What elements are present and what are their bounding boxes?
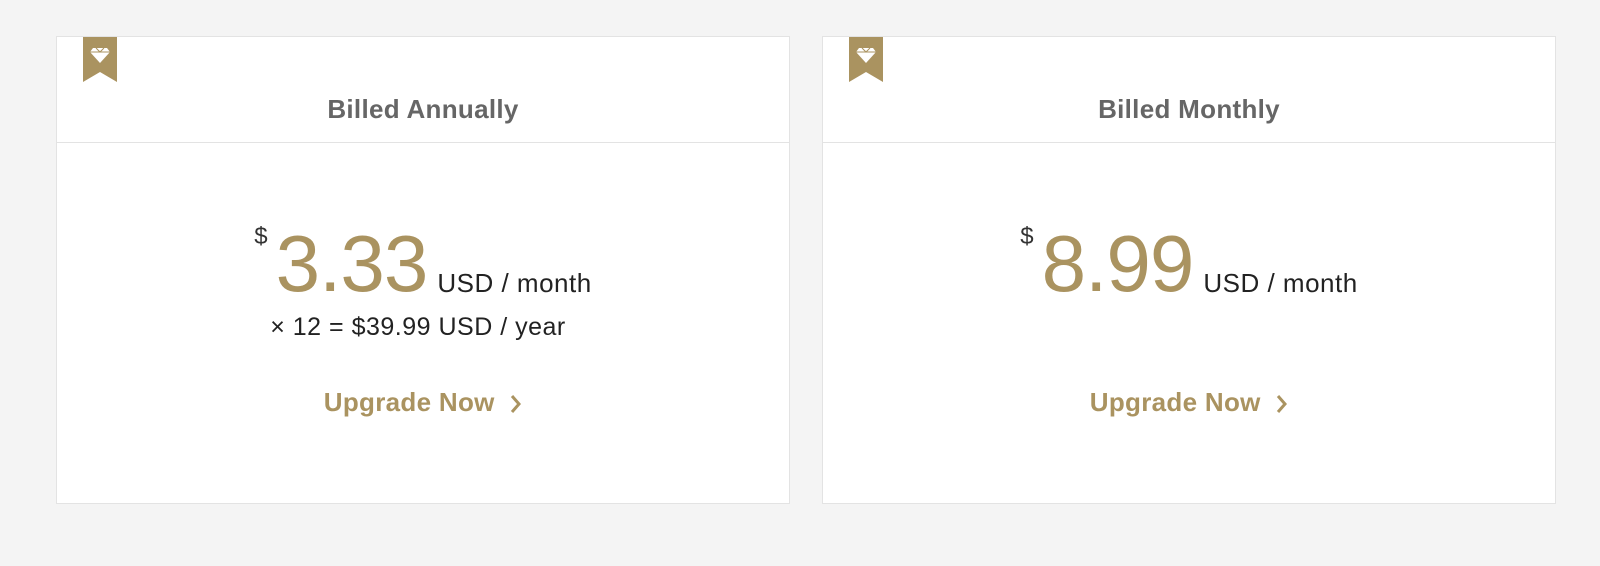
annual-card-header: Billed Annually xyxy=(57,37,789,143)
diamond-ribbon-icon xyxy=(83,37,117,82)
price-amount: 3.33 xyxy=(275,219,429,308)
chevron-right-icon xyxy=(511,395,522,414)
price-unit: USD / month xyxy=(1203,268,1358,298)
annual-plan-title: Billed Annually xyxy=(327,94,519,124)
annual-price: $3.33 USD / month xyxy=(57,219,789,308)
monthly-price: $8.99 USD / month xyxy=(823,219,1555,308)
annual-plan-card: Billed Annually $3.33 USD / month × 12 = … xyxy=(56,36,790,504)
annual-upgrade-button[interactable]: Upgrade Now xyxy=(57,387,789,418)
currency-symbol: $ xyxy=(1020,223,1034,250)
monthly-plan-title: Billed Monthly xyxy=(1098,94,1280,124)
currency-symbol: $ xyxy=(254,223,268,250)
diamond-ribbon-icon xyxy=(849,37,883,82)
upgrade-button-label: Upgrade Now xyxy=(323,387,495,417)
chevron-right-icon xyxy=(1277,395,1288,414)
monthly-plan-card: Billed Monthly $8.99 USD / month Upgrade … xyxy=(822,36,1556,504)
price-amount: 8.99 xyxy=(1041,219,1195,308)
price-unit: USD / month xyxy=(437,268,592,298)
upgrade-button-label: Upgrade Now xyxy=(1089,387,1261,417)
monthly-upgrade-button[interactable]: Upgrade Now xyxy=(823,387,1555,418)
monthly-card-header: Billed Monthly xyxy=(823,37,1555,143)
yearly-total-note: × 12 = $39.99 USD / year xyxy=(270,313,566,341)
